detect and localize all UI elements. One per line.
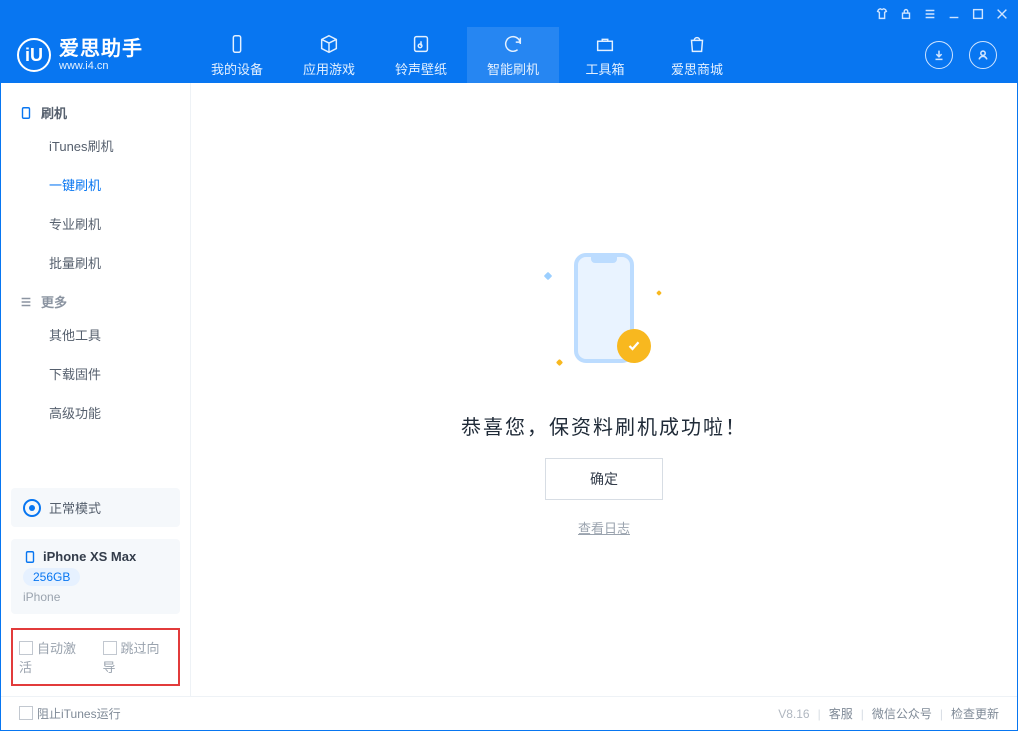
tab-label: 应用游戏 bbox=[303, 59, 355, 78]
success-headline: 恭喜您，保资料刷机成功啦！ bbox=[461, 411, 747, 440]
mode-dot-icon bbox=[23, 499, 41, 517]
phone-icon bbox=[19, 106, 33, 120]
sidebar-item-firmware[interactable]: 下载固件 bbox=[1, 354, 190, 393]
tab-tools[interactable]: 工具箱 bbox=[559, 27, 651, 83]
phone-icon bbox=[23, 550, 37, 564]
tab-label: 工具箱 bbox=[585, 59, 624, 78]
sidebar-group-more: 更多 bbox=[1, 282, 190, 315]
success-illustration bbox=[529, 243, 679, 393]
view-log-link[interactable]: 查看日志 bbox=[578, 518, 630, 537]
tab-label: 智能刷机 bbox=[487, 59, 539, 78]
list-icon bbox=[19, 295, 33, 309]
minimize-icon[interactable] bbox=[947, 7, 961, 21]
tab-flash[interactable]: 智能刷机 bbox=[467, 27, 559, 83]
mode-indicator[interactable]: 正常模式 bbox=[11, 488, 180, 527]
brand[interactable]: iU 爱思助手 www.i4.cn bbox=[1, 27, 191, 83]
download-button[interactable] bbox=[925, 41, 953, 69]
sidebar-item-advanced[interactable]: 高级功能 bbox=[1, 393, 190, 432]
footer-link-cs[interactable]: 客服 bbox=[829, 705, 853, 722]
bag-icon bbox=[686, 33, 708, 55]
device-icon bbox=[226, 33, 248, 55]
device-name: iPhone XS Max bbox=[43, 549, 136, 564]
sidebar-item-other[interactable]: 其他工具 bbox=[1, 315, 190, 354]
sidebar-group-flash: 刷机 bbox=[1, 93, 190, 126]
device-card[interactable]: iPhone XS Max 256GB iPhone bbox=[11, 539, 180, 614]
lock-icon[interactable] bbox=[899, 7, 913, 21]
sidebar-item-batch[interactable]: 批量刷机 bbox=[1, 243, 190, 282]
tab-label: 铃声壁纸 bbox=[395, 59, 447, 78]
device-capacity: 256GB bbox=[23, 568, 80, 586]
auto-activate-checkbox[interactable]: 自动激活 bbox=[19, 638, 89, 676]
top-nav: iU 爱思助手 www.i4.cn 我的设备 应用游戏 铃声壁纸 智能刷机 工具… bbox=[1, 27, 1017, 83]
close-icon[interactable] bbox=[995, 7, 1009, 21]
tab-label: 爱思商城 bbox=[671, 59, 723, 78]
cube-icon bbox=[318, 33, 340, 55]
sidebar: 刷机 iTunes刷机 一键刷机 专业刷机 批量刷机 更多 其他工具 下载固件 … bbox=[1, 83, 191, 696]
brand-logo-icon: iU bbox=[17, 38, 51, 72]
brand-name: 爱思助手 bbox=[59, 38, 143, 60]
music-icon bbox=[410, 33, 432, 55]
sidebar-item-itunes[interactable]: iTunes刷机 bbox=[1, 126, 190, 165]
tshirt-icon[interactable] bbox=[875, 7, 889, 21]
tab-apps[interactable]: 应用游戏 bbox=[283, 27, 375, 83]
toolbox-icon bbox=[594, 33, 616, 55]
tab-store[interactable]: 爱思商城 bbox=[651, 27, 743, 83]
check-badge-icon bbox=[617, 329, 651, 363]
sidebar-group-label: 刷机 bbox=[41, 103, 67, 122]
main-pane: 恭喜您，保资料刷机成功啦！ 确定 查看日志 bbox=[191, 83, 1017, 696]
status-bar: 阻止iTunes运行 V8.16 | 客服 | 微信公众号 | 检查更新 bbox=[1, 696, 1017, 730]
block-itunes-checkbox[interactable]: 阻止iTunes运行 bbox=[19, 705, 121, 722]
maximize-icon[interactable] bbox=[971, 7, 985, 21]
footer-link-update[interactable]: 检查更新 bbox=[951, 705, 999, 722]
tab-device[interactable]: 我的设备 bbox=[191, 27, 283, 83]
device-platform: iPhone bbox=[23, 590, 168, 604]
user-button[interactable] bbox=[969, 41, 997, 69]
tab-label: 我的设备 bbox=[211, 59, 263, 78]
ok-button[interactable]: 确定 bbox=[545, 458, 663, 500]
options-row: 自动激活 跳过向导 bbox=[11, 628, 180, 686]
skip-guide-checkbox[interactable]: 跳过向导 bbox=[103, 638, 173, 676]
menu-icon[interactable] bbox=[923, 7, 937, 21]
footer-link-wx[interactable]: 微信公众号 bbox=[872, 705, 932, 722]
refresh-icon bbox=[502, 33, 524, 55]
version-label: V8.16 bbox=[778, 707, 809, 721]
brand-site: www.i4.cn bbox=[59, 60, 143, 72]
sidebar-item-onekey[interactable]: 一键刷机 bbox=[1, 165, 190, 204]
top-tabs: 我的设备 应用游戏 铃声壁纸 智能刷机 工具箱 爱思商城 bbox=[191, 27, 743, 83]
sidebar-group-label: 更多 bbox=[41, 292, 67, 311]
sidebar-item-pro[interactable]: 专业刷机 bbox=[1, 204, 190, 243]
tab-ring[interactable]: 铃声壁纸 bbox=[375, 27, 467, 83]
mode-label: 正常模式 bbox=[49, 498, 101, 517]
titlebar bbox=[1, 1, 1017, 27]
